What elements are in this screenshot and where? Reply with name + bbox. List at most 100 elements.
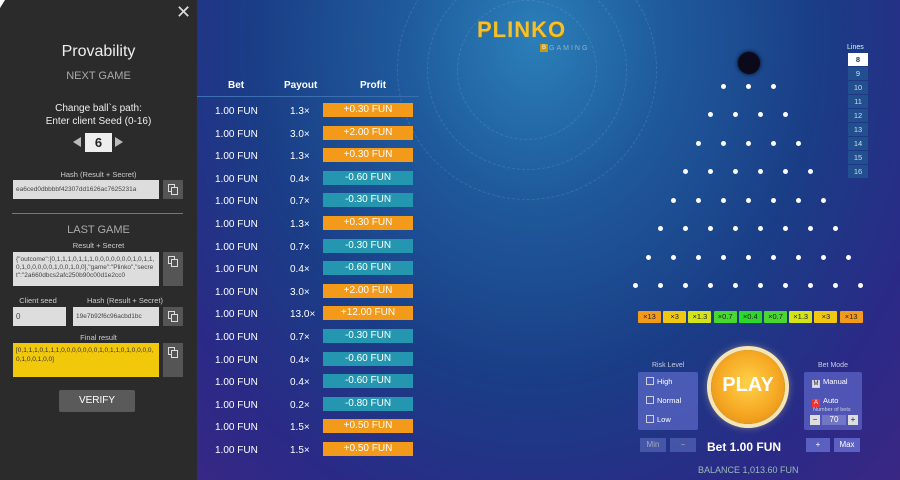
- peg: [695, 197, 701, 203]
- final-result-field[interactable]: [0,1,1,1,0,1,1,1,0,0,0,0,0,0,0,1,0,1,1,0…: [13, 343, 159, 377]
- multiplier-slot: ×1.3: [789, 311, 813, 323]
- row-bet: 1.00 FUN: [215, 445, 258, 456]
- lines-option-8[interactable]: 8: [848, 53, 868, 66]
- peg: [683, 169, 688, 174]
- peg: [795, 197, 801, 203]
- row-profit-badge: -0.60 FUN: [323, 351, 413, 366]
- enter-seed-text: Enter client Seed (0-16): [45, 116, 152, 127]
- copy-final-result-icon[interactable]: [163, 343, 183, 377]
- row-payout: 1.3×: [290, 106, 310, 117]
- balance-display: BALANCE 1,013.60 FUN: [698, 465, 799, 475]
- peg: [770, 197, 776, 203]
- row-bet: 1.00 FUN: [215, 332, 258, 343]
- row-bet: 1.00 FUN: [215, 264, 258, 276]
- result-secret-field[interactable]: {"outcome":[0,1,1,1,0,1,1,1,0,0,0,0,0,0,…: [13, 252, 159, 286]
- copy-result-secret-icon[interactable]: [163, 252, 183, 286]
- decrease-bets-button[interactable]: −: [810, 415, 820, 425]
- lines-option-12[interactable]: 12: [848, 109, 868, 122]
- ball-drop-hole: [738, 52, 760, 74]
- peg: [720, 197, 726, 203]
- peg: [795, 140, 801, 146]
- row-bet: 1.00 FUN: [215, 399, 258, 411]
- lines-option-13[interactable]: 13: [848, 123, 868, 136]
- seed-increment-arrow-icon[interactable]: [115, 137, 123, 147]
- multiplier-slot: ×13: [839, 311, 863, 323]
- table-row: 1.00 FUN 1.3× +0.30 FUN: [197, 214, 419, 236]
- auto-key-icon: A: [812, 399, 820, 407]
- table-row: 1.00 FUN 0.4× -0.60 FUN: [197, 350, 419, 372]
- peg: [733, 112, 738, 117]
- peg: [670, 254, 676, 260]
- lock-icon: [646, 415, 654, 423]
- copy-hash2-icon[interactable]: [163, 307, 183, 326]
- peg: [733, 169, 738, 174]
- close-icon[interactable]: ✕: [176, 2, 191, 23]
- table-row: 1.00 FUN 3.0× +2.00 FUN: [197, 124, 419, 146]
- peg: [770, 83, 776, 89]
- increase-bets-button[interactable]: +: [848, 415, 858, 425]
- row-bet: 1.00 FUN: [215, 422, 258, 434]
- lines-option-16[interactable]: 16: [848, 165, 868, 178]
- manual-key-icon: M: [812, 380, 820, 388]
- min-bet-button[interactable]: Min: [640, 438, 666, 452]
- row-profit-badge: -0.80 FUN: [323, 396, 413, 411]
- auto-mode-option[interactable]: A Auto: [812, 396, 838, 407]
- peg: [808, 226, 813, 231]
- peg: [820, 254, 826, 260]
- risk-high-option[interactable]: High: [646, 377, 672, 386]
- last-game-heading: LAST GAME: [67, 224, 130, 236]
- row-profit-badge: +0.30 FUN: [323, 103, 413, 117]
- final-result-label: Final result: [80, 333, 117, 342]
- peg: [845, 254, 851, 260]
- client-seed-selector[interactable]: 6: [85, 133, 112, 152]
- peg: [758, 169, 763, 174]
- row-profit-badge: +0.30 FUN: [323, 148, 413, 163]
- row-bet: 1.00 FUN: [215, 241, 258, 253]
- row-bet: 1.00 FUN: [215, 309, 258, 321]
- hash2-field[interactable]: 19e7b92f6c96acbd1bc: [73, 307, 159, 326]
- verify-button[interactable]: VERIFY: [59, 390, 135, 412]
- max-bet-button[interactable]: Max: [834, 438, 860, 452]
- peg: [783, 283, 788, 288]
- row-bet: 1.00 FUN: [215, 106, 258, 117]
- table-row: 1.00 FUN 1.5× +0.50 FUN: [197, 417, 419, 439]
- lines-option-14[interactable]: 14: [848, 137, 868, 150]
- multiplier-slot: ×0.7: [713, 311, 737, 323]
- lines-option-9[interactable]: 9: [848, 67, 868, 80]
- peg: [808, 283, 813, 288]
- row-profit-badge: -0.30 FUN: [323, 238, 413, 253]
- row-payout: 13.0×: [290, 309, 316, 321]
- table-row: 1.00 FUN 0.7× -0.30 FUN: [197, 191, 419, 213]
- manual-mode-option[interactable]: M Manual: [812, 377, 848, 388]
- row-profit-badge: -0.60 FUN: [323, 374, 413, 389]
- seed-decrement-arrow-icon[interactable]: [73, 137, 81, 147]
- risk-low-option[interactable]: Low: [646, 415, 671, 424]
- peg: [745, 254, 751, 260]
- row-profit-badge: +0.50 FUN: [323, 419, 413, 434]
- copy-hash-icon[interactable]: [163, 180, 183, 199]
- hash2-label: Hash (Result + Secret): [86, 296, 164, 305]
- row-bet: 1.00 FUN: [215, 286, 258, 298]
- client-seed-field[interactable]: 0: [13, 307, 66, 326]
- row-bet: 1.00 FUN: [215, 354, 258, 366]
- increase-bet-button[interactable]: +: [806, 438, 830, 452]
- hash-label: Hash (Result + Secret): [60, 170, 137, 179]
- peg: [683, 226, 688, 231]
- multiplier-slot: ×1.3: [688, 311, 712, 323]
- lines-option-15[interactable]: 15: [848, 151, 868, 164]
- risk-normal-option[interactable]: Normal: [646, 396, 681, 405]
- peg: [633, 283, 638, 288]
- table-row: 1.00 FUN 0.7× -0.30 FUN: [197, 237, 419, 259]
- lines-option-10[interactable]: 10: [848, 81, 868, 94]
- peg: [745, 83, 751, 89]
- peg: [708, 226, 713, 231]
- play-button[interactable]: PLAY: [711, 350, 785, 424]
- logo-badge: B: [540, 44, 548, 52]
- hash-field[interactable]: ea6ced0dbbbbf42307dd1626ac7625231a: [13, 180, 159, 199]
- bet-amount: Bet 1.00 FUN: [707, 440, 782, 454]
- lines-option-11[interactable]: 11: [848, 95, 868, 108]
- table-row: 1.00 FUN 1.5× +0.50 FUN: [197, 440, 419, 462]
- bets-count-input[interactable]: 70: [822, 415, 846, 425]
- decrease-bet-button[interactable]: −: [670, 438, 696, 452]
- row-profit-badge: +12.00 FUN: [323, 306, 413, 321]
